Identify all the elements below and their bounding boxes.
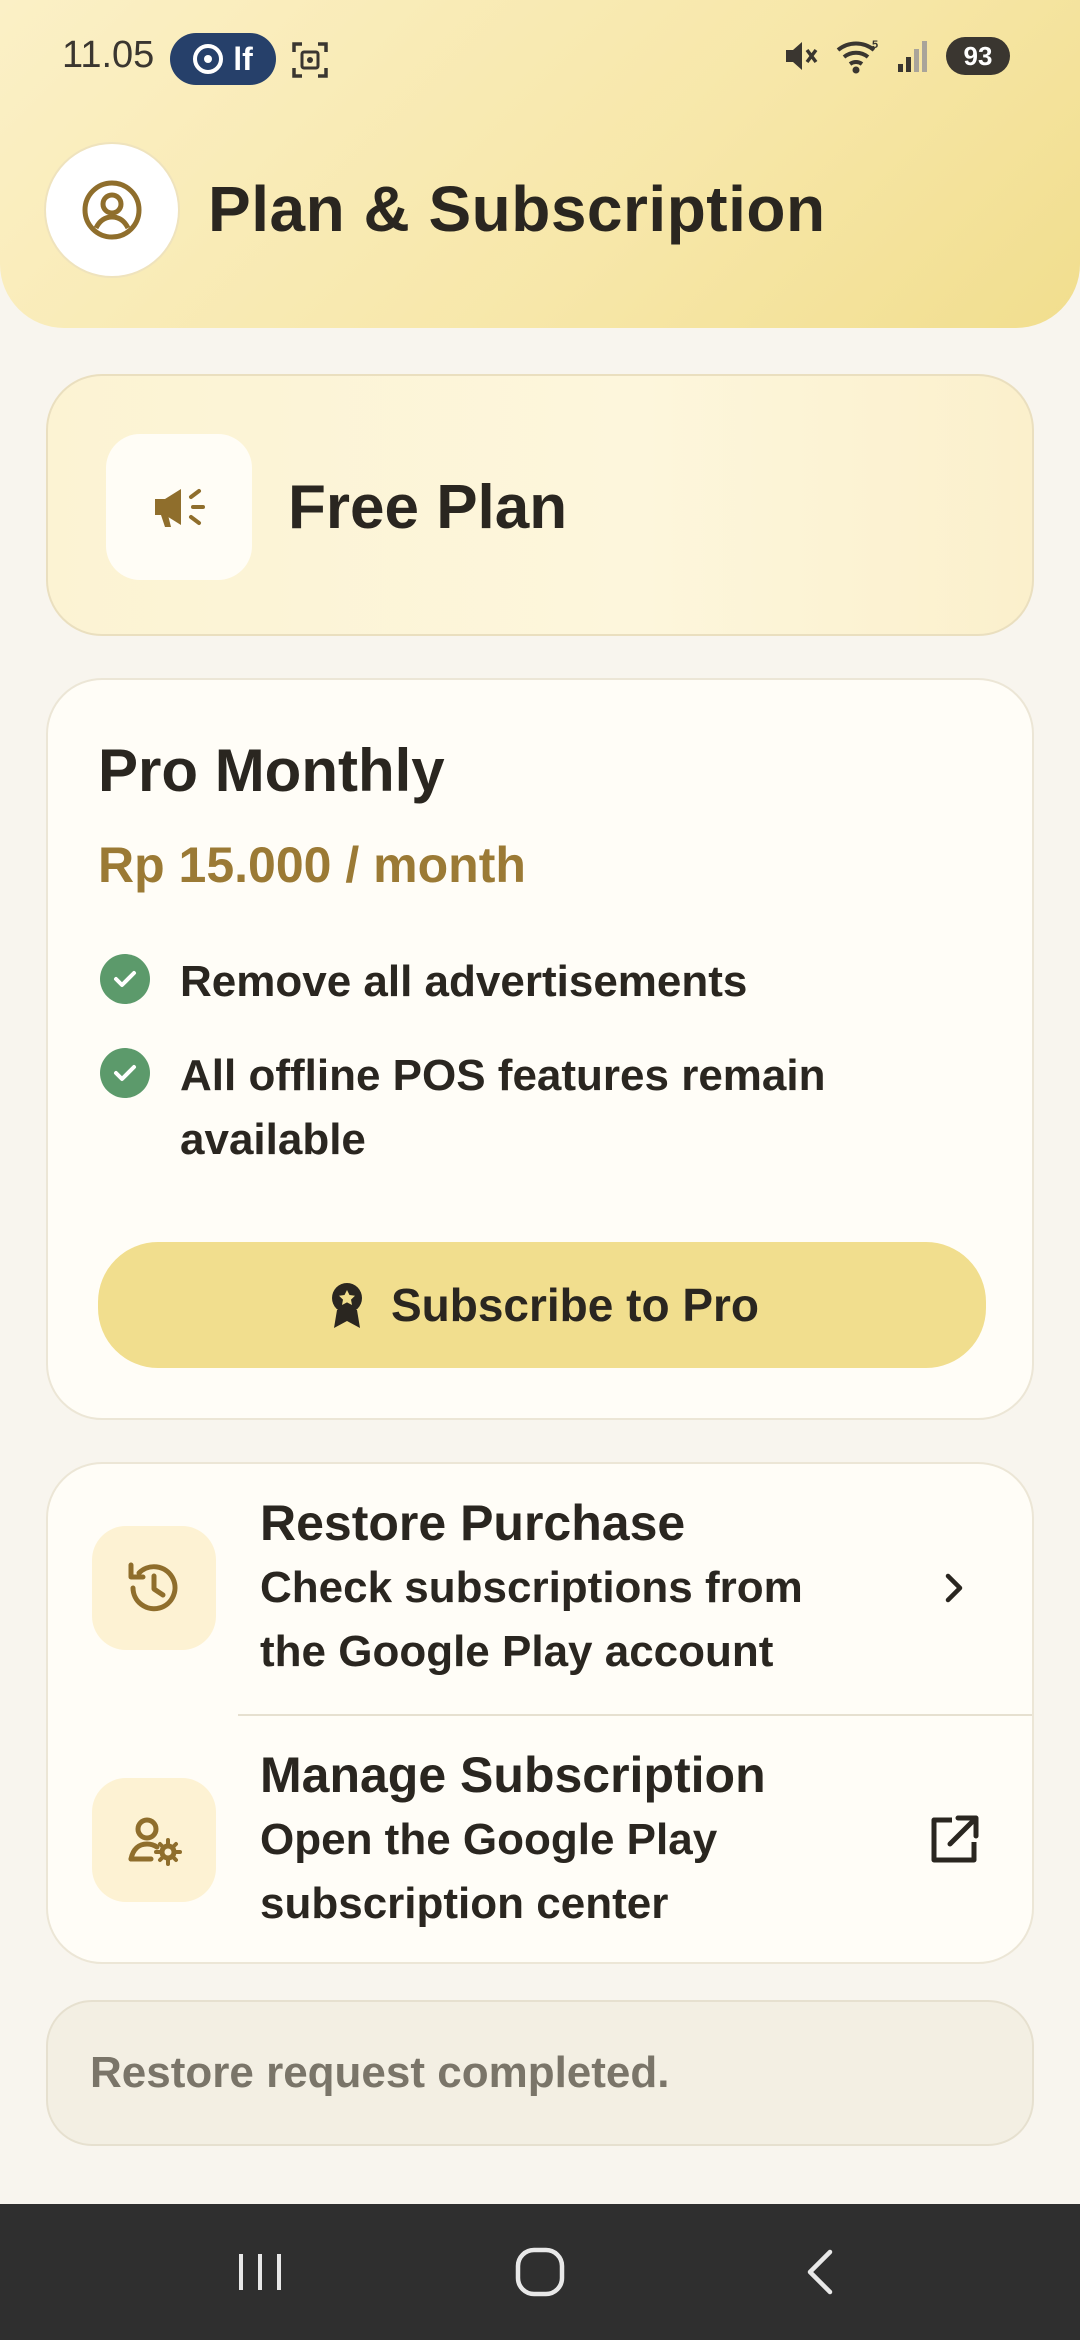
feature-item: Remove all advertisements — [100, 950, 960, 1014]
plan-icon-box — [106, 434, 252, 580]
status-pill-label: lf — [233, 40, 253, 77]
mute-icon — [786, 42, 818, 70]
screenshot-icon — [292, 42, 328, 78]
manage-subscription-title: Manage Subscription — [260, 1747, 766, 1803]
user-settings-icon — [128, 1817, 182, 1866]
back-icon — [807, 2249, 833, 2295]
manage-subscription-description: Open the Google Play subscription center — [260, 1815, 718, 1928]
check-circle-icon — [100, 954, 150, 1004]
current-plan-card: Free Plan — [46, 374, 1034, 636]
pro-plan-card: Pro Monthly Rp 15.000 / month Remove all… — [46, 678, 1034, 1420]
status-message-text: Restore request completed. — [90, 2048, 670, 2097]
feature-item: All offline POS features remain availabl… — [100, 1044, 960, 1172]
current-plan-name: Free Plan — [288, 473, 568, 542]
manage-icon-box — [92, 1778, 216, 1902]
pro-plan-price: Rp 15.000 / month — [98, 837, 526, 893]
signal-icon — [898, 41, 927, 72]
status-time: 11.05 — [62, 34, 155, 76]
status-message-box: Restore request completed. — [46, 2000, 1034, 2146]
status-icons: 5 93 — [780, 36, 1010, 76]
battery-level: 93 — [963, 40, 993, 71]
record-icon — [193, 44, 224, 74]
wifi-icon: 5 — [836, 39, 878, 74]
page-title: Plan & Subscription — [208, 173, 826, 245]
subscribe-to-pro-button[interactable]: Subscribe to Pro — [98, 1242, 986, 1368]
megaphone-icon — [155, 489, 205, 527]
recent-apps-button[interactable] — [200, 2222, 320, 2322]
back-button[interactable] — [760, 2222, 880, 2322]
home-button[interactable] — [480, 2222, 600, 2322]
restore-purchase-row[interactable]: Restore Purchase Check subscriptions fro… — [48, 1464, 1032, 1714]
feature-text: All offline POS features remain availabl… — [180, 1051, 826, 1164]
restore-purchase-title: Restore Purchase — [260, 1495, 686, 1551]
status-app-pill[interactable]: lf — [170, 33, 276, 85]
recent-apps-icon — [239, 2254, 281, 2290]
manage-subscription-row[interactable]: Manage Subscription Open the Google Play… — [48, 1716, 1032, 1962]
award-badge-icon — [331, 1283, 362, 1328]
check-circle-icon — [100, 1048, 150, 1098]
battery-indicator: 93 — [946, 37, 1010, 75]
profile-avatar[interactable] — [46, 144, 178, 276]
restore-icon-box — [92, 1526, 216, 1650]
feature-text: Remove all advertisements — [180, 957, 748, 1006]
subscription-actions-card: Restore Purchase Check subscriptions fro… — [46, 1462, 1034, 1964]
chevron-right-icon — [924, 1558, 984, 1618]
restore-purchase-description: Check subscriptions from the Google Play… — [260, 1563, 803, 1676]
account-circle-icon — [82, 180, 142, 240]
status-bar: 11.05 lf 5 93 — [0, 0, 1080, 118]
open-external-icon — [924, 1810, 984, 1870]
subscribe-button-label: Subscribe to Pro — [390, 1279, 760, 1331]
svg-text:5: 5 — [872, 39, 878, 51]
history-icon — [128, 1562, 178, 1612]
home-icon — [515, 2247, 565, 2297]
system-navigation-bar — [0, 2204, 1080, 2340]
pro-plan-title: Pro Monthly — [98, 737, 445, 804]
